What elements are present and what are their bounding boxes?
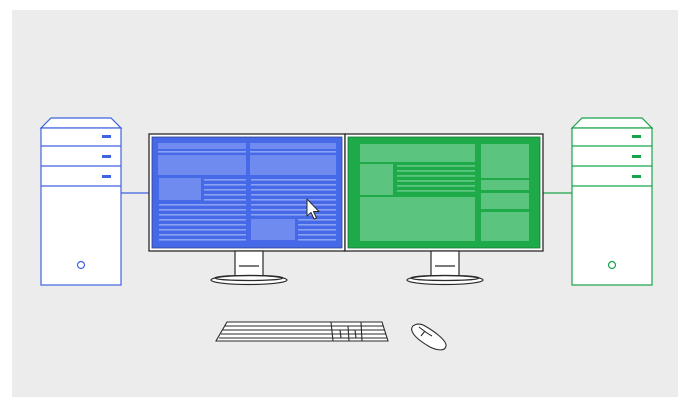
right-screen <box>347 136 541 249</box>
right-monitor-icon <box>344 133 544 286</box>
keyboard-icon <box>215 321 389 342</box>
illustration-canvas <box>39 117 654 351</box>
left-monitor-icon <box>148 133 346 286</box>
right-pc-tower-icon <box>570 117 654 286</box>
left-monitor-stand <box>210 250 288 286</box>
left-pc-tower-icon <box>39 117 123 286</box>
mouse-icon <box>411 323 447 351</box>
dual-computer-kvm-illustration <box>0 0 688 407</box>
left-screen <box>151 136 343 249</box>
right-monitor-stand <box>406 250 484 286</box>
